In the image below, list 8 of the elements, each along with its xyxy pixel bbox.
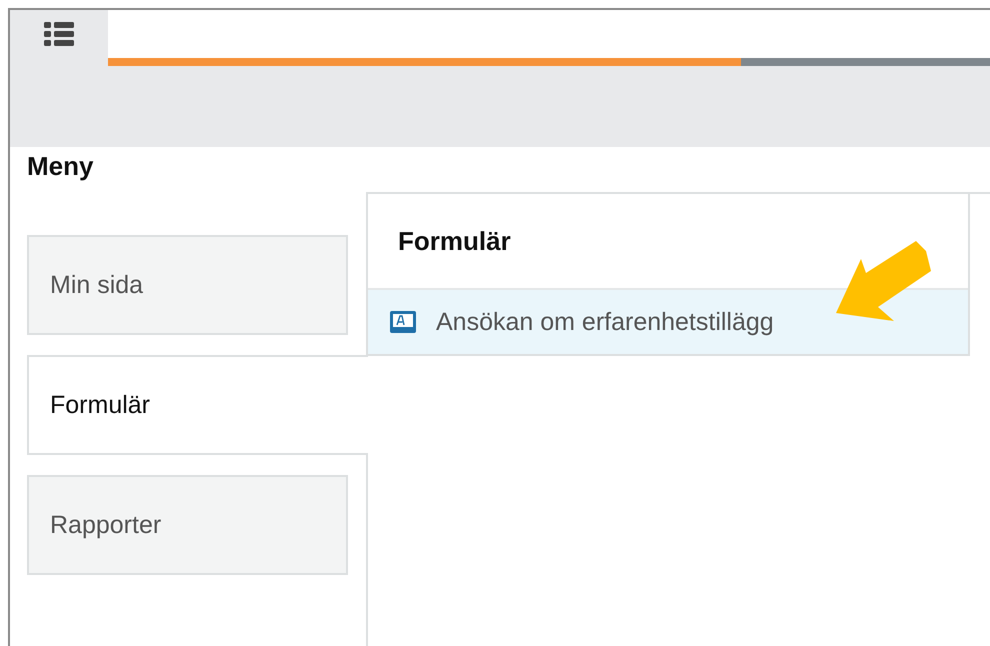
form-link[interactable]: Ansökan om erfarenhetstillägg [368, 290, 968, 354]
menu-tab[interactable]: Formulär [27, 355, 368, 455]
form-icon [390, 311, 416, 333]
menu-tab[interactable]: Rapporter [27, 475, 348, 575]
menu-tab[interactable]: Min sida [27, 235, 348, 335]
menu-icon [44, 22, 74, 48]
arrow-icon [836, 241, 932, 323]
menu-title: Meny [26, 150, 94, 183]
